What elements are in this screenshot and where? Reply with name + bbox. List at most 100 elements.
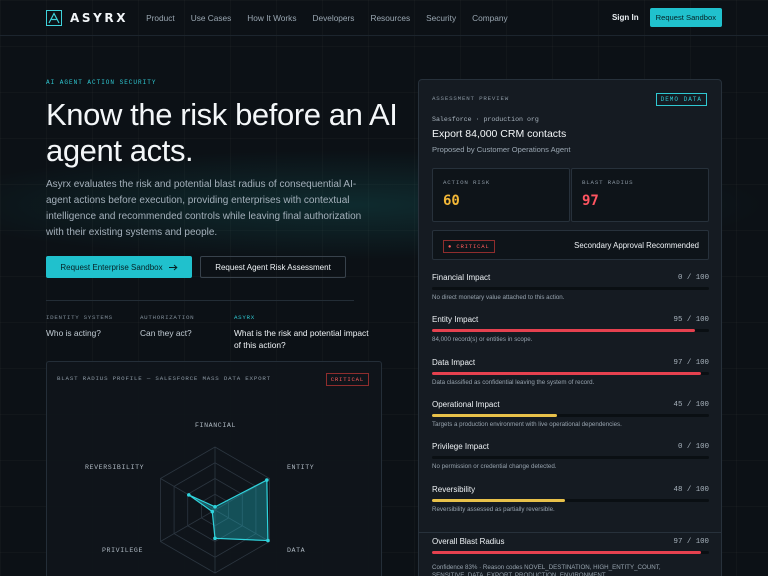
impact-description: Data classified as confidential leaving … bbox=[432, 378, 595, 386]
impact-description: No direct monetary value attached to thi… bbox=[432, 294, 565, 301]
demo-data-badge: DEMO DATA bbox=[655, 93, 707, 106]
nav-actions: Sign In Request Sandbox bbox=[612, 8, 722, 27]
impact-row-operational: Operational Impact 45 / 100 Targets a prod… bbox=[432, 400, 709, 436]
top-navigation: ASYRX Product Use Cases How It Works Dev… bbox=[0, 0, 768, 36]
blast-radius-label: BLAST RADIUS bbox=[582, 179, 634, 186]
impact-name: Data Impact bbox=[432, 357, 476, 367]
action-risk-label: ACTION RISK bbox=[443, 179, 491, 186]
impact-score: 95 / 100 bbox=[673, 316, 709, 325]
impact-description: Targets a production environment with li… bbox=[432, 420, 622, 428]
radar-point-entity bbox=[265, 478, 269, 482]
action-source: Salesforce · production org bbox=[432, 116, 539, 123]
impact-row-reversibility: Reversibility 48 / 100 Reversibility asses… bbox=[432, 485, 709, 521]
nav-link-company[interactable]: Company bbox=[472, 13, 508, 23]
nav-link-use-cases[interactable]: Use Cases bbox=[191, 13, 232, 23]
question-text: What is the risk and potential impact of… bbox=[234, 328, 369, 350]
request-risk-assessment-label: Request Agent Risk Assessment bbox=[215, 262, 331, 272]
impact-name: Reversibility bbox=[432, 484, 476, 494]
logo-text: ASYRX bbox=[70, 10, 129, 25]
nav-link-resources[interactable]: Resources bbox=[370, 13, 410, 23]
overall-blast-radius-score: 97 / 100 bbox=[673, 538, 709, 546]
logo[interactable]: ASYRX bbox=[46, 9, 129, 26]
question-label: AUTHORIZATION bbox=[140, 314, 195, 321]
radar-data-polygon bbox=[188, 479, 269, 542]
hero-divider bbox=[46, 300, 354, 301]
question-identity: IDENTITY SYSTEMS Who is acting? bbox=[46, 314, 132, 339]
nav-link-how-it-works[interactable]: How It Works bbox=[247, 13, 296, 23]
question-text: Can they act? bbox=[140, 328, 192, 338]
action-risk-value: 60 bbox=[443, 193, 460, 209]
impact-name: Entity Impact bbox=[432, 315, 479, 325]
action-title: Export 84,000 CRM contacts bbox=[432, 128, 567, 140]
nav-link-security[interactable]: Security bbox=[426, 13, 456, 23]
sign-in-link[interactable]: Sign In bbox=[612, 13, 639, 22]
impact-track bbox=[432, 498, 709, 502]
impact-track bbox=[432, 287, 709, 290]
question-authorization: AUTHORIZATION Can they act? bbox=[140, 314, 226, 339]
axis-label-data: DATA bbox=[287, 547, 306, 554]
impact-track bbox=[432, 413, 709, 417]
question-text: Who is acting? bbox=[46, 328, 101, 338]
axis-label-reversibility: REVERSIBILITY bbox=[85, 464, 145, 471]
status-banner: ● CRITICAL Secondary Approval Recommende… bbox=[432, 230, 709, 260]
impact-fill bbox=[432, 329, 696, 333]
axis-label-privilege: PRIVILEGE bbox=[102, 547, 144, 554]
axis-label-financial: FINANCIAL bbox=[195, 422, 237, 429]
impact-fill bbox=[432, 498, 565, 502]
impact-description: 84,000 record(s) or entities in scope. bbox=[432, 336, 533, 344]
blast-radius-card: BLAST RADIUS 97 bbox=[571, 168, 709, 222]
impact-description: No permission or credential change detec… bbox=[432, 463, 557, 471]
impact-fill bbox=[432, 413, 557, 417]
logo-mark-icon bbox=[46, 9, 62, 26]
blast-radius-radar-card: BLAST RADIUS PROFILE — SALESFORCE MASS D… bbox=[46, 361, 382, 576]
panel-separator bbox=[419, 532, 721, 533]
hero-eyebrow: AI AGENT ACTION SECURITY bbox=[46, 79, 157, 86]
radar-point-reversibility bbox=[187, 493, 191, 497]
impact-track bbox=[432, 456, 709, 460]
impact-track bbox=[432, 371, 709, 375]
overall-blast-radius-name: Overall Blast Radius bbox=[432, 537, 505, 546]
request-sandbox-button[interactable]: Request Sandbox bbox=[649, 8, 722, 27]
nav-link-product[interactable]: Product bbox=[146, 13, 175, 23]
status-badge-label: CRITICAL bbox=[456, 243, 490, 250]
impact-name: Financial Impact bbox=[432, 273, 491, 282]
overall-blast-radius-fill bbox=[432, 551, 701, 554]
nav-link-developers[interactable]: Developers bbox=[312, 13, 354, 23]
arrow-right-icon bbox=[168, 264, 178, 270]
overall-blast-radius-track bbox=[432, 551, 709, 554]
impact-row-data: Data Impact 97 / 100 Data classified as co… bbox=[432, 358, 709, 394]
request-enterprise-sandbox-button[interactable]: Request Enterprise Sandbox bbox=[46, 256, 192, 278]
request-enterprise-sandbox-label: Request Enterprise Sandbox bbox=[60, 262, 163, 272]
impact-row-privilege: Privilege Impact 0 / 100 No permission or … bbox=[432, 442, 709, 478]
impact-score: 97 / 100 bbox=[673, 358, 709, 367]
impact-description: Reversibility assessed as partially reve… bbox=[432, 505, 555, 513]
impact-fill bbox=[432, 371, 701, 375]
action-proposer: Proposed by Customer Operations Agent bbox=[432, 145, 571, 154]
status-critical-badge: ● CRITICAL bbox=[443, 240, 495, 253]
question-label: IDENTITY SYSTEMS bbox=[46, 314, 113, 321]
impact-score: 48 / 100 bbox=[673, 485, 709, 494]
impact-name: Operational Impact bbox=[432, 399, 500, 409]
question-label: ASYRX bbox=[234, 314, 255, 321]
panel-header: ASSESSMENT PREVIEW bbox=[432, 95, 510, 102]
nav-links: Product Use Cases How It Works Developer… bbox=[146, 13, 508, 23]
hero-description: Asyrx evaluates the risk and potential b… bbox=[46, 179, 362, 238]
impact-name: Privilege Impact bbox=[432, 442, 489, 452]
impact-score: 45 / 100 bbox=[673, 400, 709, 409]
axis-label-entity: ENTITY bbox=[287, 464, 315, 471]
action-risk-card: ACTION RISK 60 bbox=[432, 168, 570, 222]
radar-point-operational bbox=[213, 536, 217, 541]
impact-row-entity: Entity Impact 95 / 100 84,000 record(s) or… bbox=[432, 315, 709, 351]
impact-score: 0 / 100 bbox=[677, 274, 709, 282]
radar-point-financial bbox=[213, 505, 217, 509]
request-risk-assessment-button[interactable]: Request Agent Risk Assessment bbox=[200, 256, 346, 278]
hero-title: Know the risk before an AI agent acts. bbox=[46, 97, 398, 168]
impact-score: 0 / 100 bbox=[677, 443, 709, 452]
blast-radius-value: 97 bbox=[582, 193, 599, 209]
status-recommendation: Secondary Approval Recommended bbox=[574, 241, 699, 250]
impact-row-financial: Financial Impact 0 / 100 No direct monetar… bbox=[432, 273, 709, 309]
radar-point-data bbox=[266, 538, 270, 543]
confidence-text: Confidence 83% · Reason codes NOVEL_DEST… bbox=[432, 564, 661, 576]
assessment-preview-panel: ASSESSMENT PREVIEW DEMO DATA Salesforce … bbox=[418, 79, 722, 576]
impact-track bbox=[432, 329, 709, 333]
